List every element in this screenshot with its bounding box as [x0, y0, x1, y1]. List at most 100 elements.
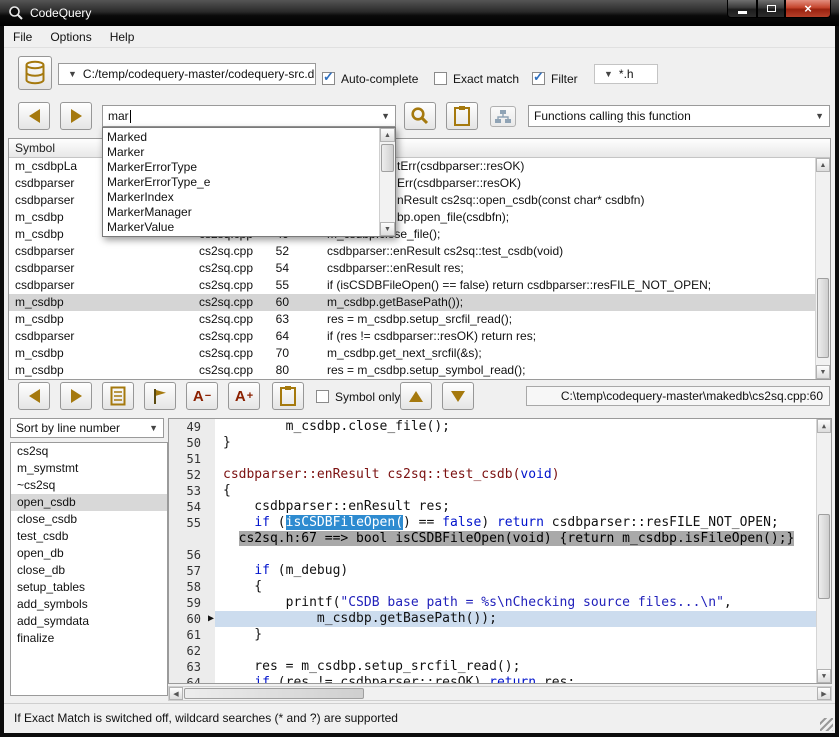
code-segment: , — [724, 595, 732, 610]
open-database-button[interactable] — [18, 56, 52, 90]
function-list-item[interactable]: close_csdb — [11, 511, 167, 528]
result-row[interactable]: m_csdbpcs2sq.cpp60m_csdbp.getBasePath())… — [9, 294, 830, 311]
function-list-item[interactable]: finalize — [11, 630, 167, 647]
code-line[interactable]: 50} — [169, 435, 831, 451]
code-line[interactable]: 59 printf("CSDB base path = %s\nChecking… — [169, 595, 831, 611]
result-row[interactable]: csdbparsercs2sq.cpp55if (isCSDBFileOpen(… — [9, 277, 830, 294]
menu-item-options[interactable]: Options — [41, 26, 100, 47]
filter-pattern-combo[interactable]: ▼ *.h — [594, 64, 658, 84]
autocomplete-option[interactable]: Marker — [103, 145, 379, 160]
autocomplete-option[interactable]: MarkerErrorType_e — [103, 175, 379, 190]
code-line[interactable]: 52csdbparser::enResult cs2sq::test_csdb(… — [169, 467, 831, 483]
function-list-item[interactable]: open_db — [11, 545, 167, 562]
symbol-column-header[interactable]: Symbol — [9, 139, 109, 157]
autocomplete-option[interactable]: MarkerIndex — [103, 190, 379, 205]
result-row[interactable]: csdbparsercs2sq.cpp54csdbparser::enResul… — [9, 260, 830, 277]
scroll-up-button[interactable]: ▲ — [817, 419, 831, 433]
code-line[interactable]: 53{ — [169, 483, 831, 499]
mark-line-button[interactable] — [144, 382, 176, 410]
result-row[interactable]: m_csdbpcs2sq.cpp63res = m_csdbp.setup_sr… — [9, 311, 830, 328]
graph-view-button[interactable] — [490, 106, 516, 127]
font-larger-button[interactable]: A+ — [228, 382, 260, 410]
code-line[interactable]: 51 — [169, 451, 831, 467]
resize-grip[interactable] — [820, 718, 833, 731]
scrollbar-thumb[interactable] — [817, 278, 829, 358]
code-horizontal-scrollbar[interactable]: ◀ ▶ — [168, 686, 832, 701]
symbol-only-checkbox[interactable]: ✓ — [316, 390, 329, 403]
open-in-editor-button[interactable] — [102, 382, 134, 410]
code-segment: void — [520, 467, 551, 482]
results-vertical-scrollbar[interactable]: ▲ ▼ — [815, 158, 830, 379]
function-list-item[interactable]: ~cs2sq — [11, 477, 167, 494]
result-row[interactable]: csdbparsercs2sq.cpp64if (res != csdbpars… — [9, 328, 830, 345]
function-list-item[interactable]: open_csdb — [11, 494, 167, 511]
result-row[interactable]: csdbparsercs2sq.cpp52csdbparser::enResul… — [9, 243, 830, 260]
minimize-button[interactable] — [727, 0, 757, 18]
function-list-item[interactable]: add_symbols — [11, 596, 167, 613]
scrollbar-thumb[interactable] — [818, 514, 830, 599]
autocomplete-option[interactable]: MarkerManager — [103, 205, 379, 220]
scroll-down-button[interactable]: ▼ — [816, 365, 830, 379]
code-line[interactable]: 56 — [169, 547, 831, 563]
dropdown-scrollbar[interactable]: ▲ ▼ — [379, 128, 395, 236]
up-arrow-icon — [409, 391, 423, 402]
scroll-down-button[interactable]: ▼ — [380, 222, 395, 236]
exact-match-checkbox[interactable]: ✓ — [434, 72, 447, 85]
close-button[interactable]: × — [785, 0, 831, 18]
result-row[interactable]: m_csdbpcs2sq.cpp70m_csdbp.get_next_srcfi… — [9, 345, 830, 362]
code-segment: res; — [536, 675, 575, 684]
scroll-right-button[interactable]: ▶ — [817, 687, 831, 700]
search-input[interactable]: mar ▼ — [102, 105, 396, 127]
copy-results-button[interactable] — [446, 102, 478, 130]
autocomplete-option[interactable]: MarkerValue — [103, 220, 379, 235]
code-line[interactable]: 54 csdbparser::enResult res; — [169, 499, 831, 515]
code-line[interactable]: 62 — [169, 643, 831, 659]
code-line[interactable]: 57 if (m_debug) — [169, 563, 831, 579]
title-bar[interactable]: CodeQuery × — [0, 0, 839, 26]
autocomplete-option[interactable]: MarkerErrorType — [103, 160, 379, 175]
function-list-item[interactable]: cs2sq — [11, 443, 167, 460]
function-list-item[interactable]: add_symdata — [11, 613, 167, 630]
previous-match-button[interactable] — [400, 382, 432, 410]
file-cell: cs2sq.cpp — [199, 311, 255, 328]
sort-mode-combo[interactable]: Sort by line number ▼ — [10, 418, 164, 438]
scroll-down-button[interactable]: ▼ — [817, 669, 831, 683]
database-path-combo[interactable]: ▼ C:/temp/codequery-master/codequery-src… — [58, 63, 316, 85]
next-match-button[interactable] — [442, 382, 474, 410]
autocomplete-option[interactable]: Marked — [103, 130, 379, 145]
code-line[interactable]: 55 if (isCSDBFileOpen() == false) return… — [169, 515, 831, 531]
forward-button[interactable] — [60, 102, 92, 130]
copy-line-button[interactable] — [272, 382, 304, 410]
status-text: If Exact Match is switched off, wildcard… — [14, 711, 398, 725]
maximize-button[interactable] — [757, 0, 785, 18]
back-button[interactable] — [18, 102, 50, 130]
code-line[interactable]: 61 } — [169, 627, 831, 643]
scroll-left-button[interactable]: ◀ — [169, 687, 183, 700]
function-list-item[interactable]: m_symstmt — [11, 460, 167, 477]
code-line[interactable]: cs2sq.h:67 ==> bool isCSDBFileOpen(void)… — [169, 531, 831, 547]
code-line[interactable]: 63 res = m_csdbp.setup_srcfil_read(); — [169, 659, 831, 675]
menu-item-help[interactable]: Help — [101, 26, 144, 47]
scrollbar-thumb[interactable] — [381, 144, 394, 172]
viewer-forward-button[interactable] — [60, 382, 92, 410]
font-smaller-button[interactable]: A− — [186, 382, 218, 410]
code-segment: { — [223, 579, 262, 594]
filter-checkbox[interactable]: ✓ — [532, 72, 545, 85]
code-line[interactable]: 64 if (res != csdbparser::resOK) return … — [169, 675, 831, 684]
scrollbar-thumb[interactable] — [184, 688, 364, 699]
function-list-item[interactable]: test_csdb — [11, 528, 167, 545]
viewer-back-button[interactable] — [18, 382, 50, 410]
code-line[interactable]: 60▶ m_csdbp.getBasePath()); — [169, 611, 831, 627]
scroll-up-button[interactable]: ▲ — [816, 158, 830, 172]
query-type-combo[interactable]: Functions calling this function ▼ — [528, 105, 830, 127]
code-line[interactable]: 49 m_csdbp.close_file(); — [169, 419, 831, 435]
function-list-item[interactable]: setup_tables — [11, 579, 167, 596]
result-row[interactable]: m_csdbpcs2sq.cpp80res = m_csdbp.setup_sy… — [9, 362, 830, 379]
function-list-item[interactable]: close_db — [11, 562, 167, 579]
code-line[interactable]: 58 { — [169, 579, 831, 595]
menu-item-file[interactable]: File — [4, 26, 41, 47]
scroll-up-button[interactable]: ▲ — [380, 128, 395, 142]
search-button[interactable] — [404, 102, 436, 130]
autocomplete-checkbox[interactable]: ✓ — [322, 72, 335, 85]
code-vertical-scrollbar[interactable]: ▲ ▼ — [816, 419, 831, 683]
